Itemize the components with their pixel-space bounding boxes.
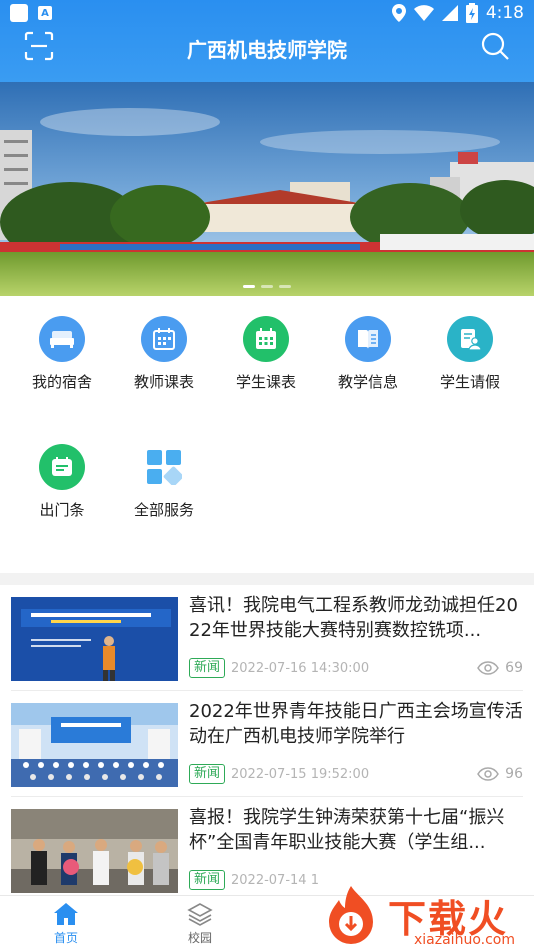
service-label: 全部服务 [133, 501, 194, 519]
news-date: 2022-07-16 14:30:00 [231, 660, 370, 676]
status-bar: A 4:18 [0, 0, 534, 28]
news-thumbnail [11, 809, 178, 893]
service-label: 我的宿舍 [31, 373, 92, 391]
wifi-icon [413, 5, 434, 21]
news-item[interactable]: 2022年世界青年技能日广西主会场宣传活动在广西机电技师学院举行 新闻 2022… [11, 691, 523, 797]
views-count: 69 [505, 660, 523, 676]
news-title: 2022年世界青年技能日广西主会场宣传活动在广西机电技师学院举行 [189, 701, 523, 747]
service-teaching-info[interactable]: 教学信息 [318, 316, 418, 392]
service-grid: 我的宿舍 教师课表 学生课表 教学信息 学生请假 出门条 全部服务 [0, 296, 534, 573]
service-student-schedule[interactable]: 学生课表 [216, 316, 316, 392]
calendar-icon [141, 316, 187, 362]
news-item[interactable]: 喜讯！我院电气工程系教师龙劲诚担任2022年世界技能大赛特别赛数控铣项... 新… [11, 585, 523, 691]
news-title: 喜讯！我院电气工程系教师龙劲诚担任2022年世界技能大赛特别赛数控铣项... [189, 595, 518, 641]
watermark: 下载火 xiazaihuo.com [318, 880, 534, 950]
all-services-icon [141, 444, 187, 490]
location-icon [391, 4, 406, 22]
carousel-dot[interactable] [243, 285, 255, 288]
news-meta: 新闻 2022-07-16 14:30:00 69 [189, 657, 523, 679]
news-views: 69 [477, 657, 523, 679]
search-icon [481, 32, 509, 60]
eye-icon [477, 767, 500, 781]
carousel-dot[interactable] [261, 285, 273, 288]
service-pass-slip[interactable]: 出门条 [12, 444, 112, 520]
service-label: 学生请假 [439, 373, 500, 391]
service-label: 学生课表 [235, 373, 296, 391]
nav-label: 校园 [187, 931, 212, 945]
eye-icon [477, 661, 500, 675]
nav-home[interactable]: 首页 [26, 902, 106, 946]
carousel-dot[interactable] [279, 285, 291, 288]
service-all-services[interactable]: 全部服务 [114, 444, 214, 520]
news-tag: 新闻 [189, 870, 226, 890]
page-title: 广西机电技师学院 [187, 38, 347, 62]
news-thumbnail [11, 703, 178, 787]
top-bar: A 4:18 广西机电技师学院 [0, 0, 534, 82]
status-time: 4:18 [485, 3, 524, 23]
news-date: 2022-07-15 19:52:00 [231, 766, 370, 782]
news-meta: 新闻 2022-07-15 19:52:00 96 [189, 763, 523, 785]
nav-label: 首页 [53, 931, 78, 945]
nav-campus[interactable]: 校园 [160, 902, 240, 946]
notification-icon [10, 4, 28, 22]
search-button[interactable] [480, 31, 510, 61]
section-divider [0, 573, 534, 585]
leave-request-icon [447, 316, 493, 362]
bed-icon [39, 316, 85, 362]
layers-icon [187, 903, 213, 926]
service-label: 教师课表 [133, 373, 194, 391]
news-tag: 新闻 [189, 658, 226, 678]
news-list: 喜讯！我院电气工程系教师龙劲诚担任2022年世界技能大赛特别赛数控铣项... 新… [0, 585, 534, 895]
campus-photo [0, 82, 534, 296]
watermark-url: xiazaihuo.com [414, 932, 515, 948]
news-date: 2022-07-14 1 [231, 872, 319, 888]
news-thumbnail [11, 597, 178, 681]
home-icon [54, 903, 78, 925]
book-icon [345, 316, 391, 362]
news-views: 96 [477, 763, 523, 785]
service-label: 出门条 [39, 501, 85, 519]
signal-icon [441, 5, 458, 21]
service-student-leave[interactable]: 学生请假 [420, 316, 520, 392]
fire-logo-icon [329, 886, 373, 944]
app-notification-icon: A [38, 6, 52, 20]
news-title: 喜报！我院学生钟涛荣获第十七届“振兴杯”全国青年职业技能大赛（学生组... [189, 807, 505, 853]
service-my-dorm[interactable]: 我的宿舍 [12, 316, 112, 392]
news-tag: 新闻 [189, 764, 226, 784]
service-teacher-schedule[interactable]: 教师课表 [114, 316, 214, 392]
battery-icon [465, 3, 478, 23]
service-label: 教学信息 [337, 373, 398, 391]
carousel-dots [0, 285, 534, 288]
pass-slip-icon [39, 444, 85, 490]
banner-carousel[interactable] [0, 82, 534, 296]
views-count: 96 [505, 766, 523, 782]
calendar-grid-icon [243, 316, 289, 362]
